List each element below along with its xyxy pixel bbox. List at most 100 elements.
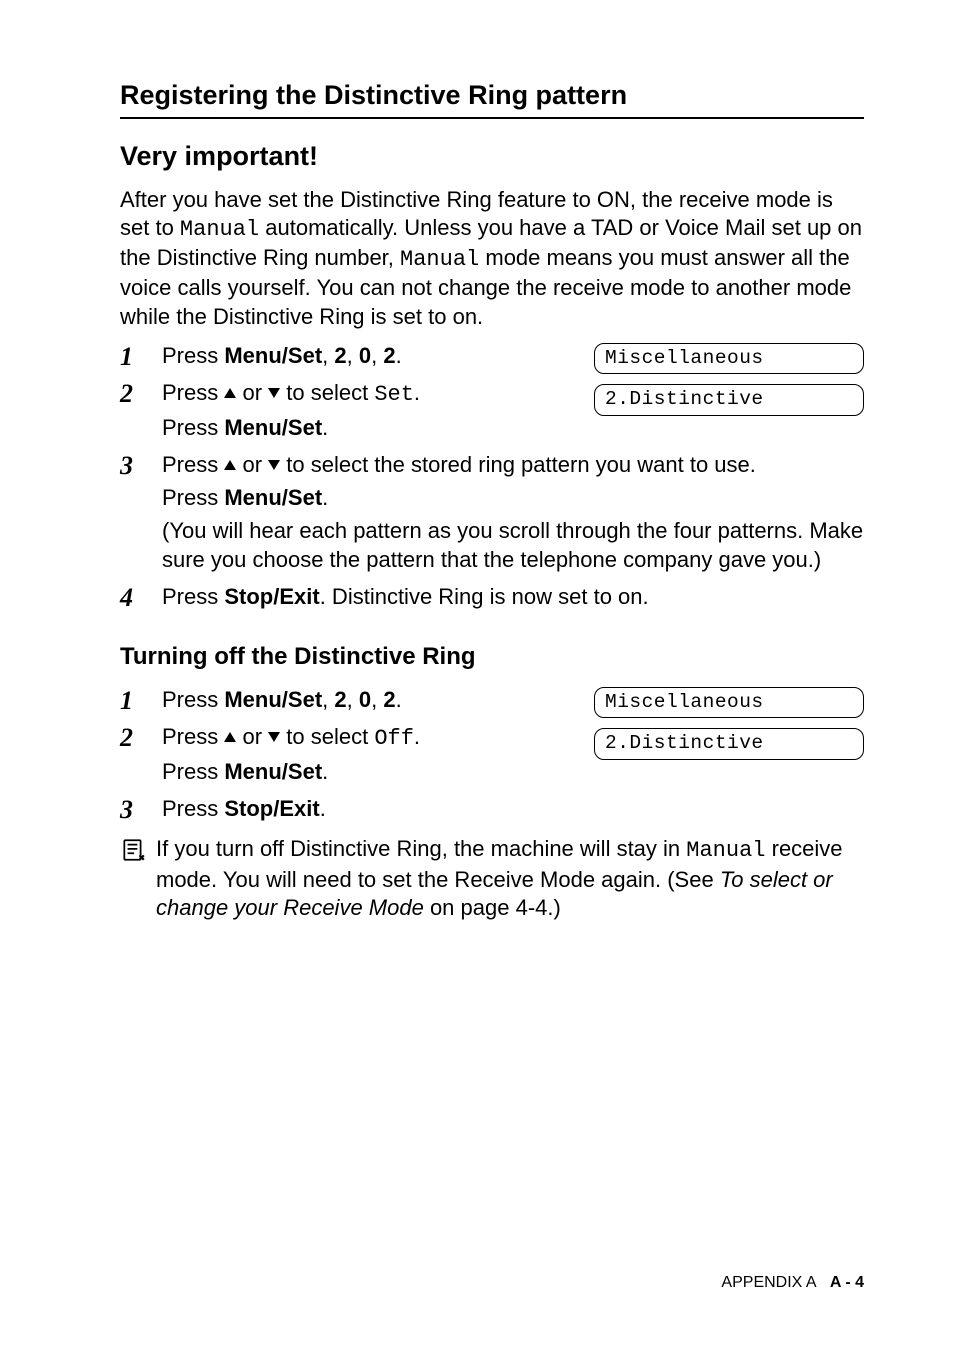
step-2: 2 Press or to select Set. Press Menu/Set… (120, 378, 574, 446)
key-label: 0 (359, 687, 371, 712)
key-label: 2 (334, 343, 346, 368)
mono-text: Off (374, 726, 414, 751)
mono-text: Manual (400, 247, 479, 272)
lcd-display-stack: Miscellaneous 2.Distinctive (594, 343, 864, 416)
text: (You will hear each pattern as you scrol… (162, 516, 864, 574)
step-number: 3 (120, 794, 162, 827)
key-label: 2 (334, 687, 346, 712)
mono-text: Set (374, 382, 414, 407)
text: . (322, 415, 328, 440)
footer-label: APPENDIX A (721, 1274, 816, 1291)
text: If you turn off Distinctive Ring, the ma… (156, 836, 686, 861)
note-text: If you turn off Distinctive Ring, the ma… (156, 835, 864, 923)
text: Press (162, 452, 224, 477)
key-label: Menu/Set (224, 343, 322, 368)
up-arrow-icon (224, 388, 236, 398)
text: or (236, 380, 268, 405)
key-label: Menu/Set (224, 415, 322, 440)
step-1: 1 Press Menu/Set, 2, 0, 2. (120, 341, 574, 374)
step-number: 1 (120, 341, 162, 374)
key-label: 2 (383, 343, 395, 368)
steps-left: 1 Press Menu/Set, 2, 0, 2. 2 Press or to… (120, 341, 574, 450)
text: . (414, 380, 420, 405)
step-3: 3 Press Stop/Exit. (120, 794, 864, 827)
step-body: Press Menu/Set, 2, 0, 2. (162, 341, 574, 374)
lcd-display: 2.Distinctive (594, 728, 864, 759)
text: or (236, 452, 268, 477)
down-arrow-icon (268, 732, 280, 742)
steps-left: 1 Press Menu/Set, 2, 0, 2. 2 Press or to… (120, 685, 574, 794)
text: to select the stored ring pattern you wa… (280, 452, 756, 477)
text: , (347, 343, 359, 368)
text: to select (280, 724, 374, 749)
steps-list-register: 1 Press Menu/Set, 2, 0, 2. 2 Press or to… (120, 341, 574, 446)
text: Press (162, 796, 224, 821)
lcd-display-stack: Miscellaneous 2.Distinctive (594, 687, 864, 760)
text: , (371, 343, 383, 368)
down-arrow-icon (268, 460, 280, 470)
step-number: 2 (120, 722, 162, 790)
step-body: Press or to select Off. Press Menu/Set. (162, 722, 574, 790)
step-3: 3 Press or to select the stored ring pat… (120, 450, 864, 578)
down-arrow-icon (268, 388, 280, 398)
step-body: Press Stop/Exit. Distinctive Ring is now… (162, 582, 864, 615)
intro-paragraph: After you have set the Distinctive Ring … (120, 186, 864, 331)
key-label: 0 (359, 343, 371, 368)
text: Press (162, 343, 224, 368)
text: Press (162, 485, 224, 510)
text: , (322, 687, 334, 712)
steps-list-register-cont: 3 Press or to select the stored ring pat… (120, 450, 864, 615)
note-block: If you turn off Distinctive Ring, the ma… (120, 835, 864, 923)
steps-list-turnoff-cont: 3 Press Stop/Exit. (120, 794, 864, 827)
text: , (322, 343, 334, 368)
text: Press (162, 759, 224, 784)
step-body: Press Menu/Set, 2, 0, 2. (162, 685, 574, 718)
subsection-heading: Very important! (120, 141, 864, 172)
lcd-display: 2.Distinctive (594, 384, 864, 415)
step-1: 1 Press Menu/Set, 2, 0, 2. (120, 685, 574, 718)
section-rule (120, 117, 864, 119)
up-arrow-icon (224, 460, 236, 470)
mono-text: Manual (180, 217, 259, 242)
step-body: Press or to select Set. Press Menu/Set. (162, 378, 574, 446)
step-body: Press Stop/Exit. (162, 794, 864, 827)
page-number: A - 4 (830, 1274, 864, 1291)
subheading-turnoff: Turning off the Distinctive Ring (120, 643, 864, 671)
steps-row-turnoff: 1 Press Menu/Set, 2, 0, 2. 2 Press or to… (120, 685, 864, 794)
text: . (322, 485, 328, 510)
step-4: 4 Press Stop/Exit. Distinctive Ring is n… (120, 582, 864, 615)
steps-row-register: 1 Press Menu/Set, 2, 0, 2. 2 Press or to… (120, 341, 864, 450)
text: to select (280, 380, 374, 405)
key-label: Menu/Set (224, 687, 322, 712)
text: Press (162, 415, 224, 440)
key-label: Menu/Set (224, 485, 322, 510)
section-heading: Registering the Distinctive Ring pattern (120, 80, 864, 111)
text: Press (162, 687, 224, 712)
step-2: 2 Press or to select Off. Press Menu/Set… (120, 722, 574, 790)
step-number: 3 (120, 450, 162, 578)
step-number: 4 (120, 582, 162, 615)
key-label: 2 (383, 687, 395, 712)
note-icon (120, 837, 148, 868)
text: Press (162, 380, 224, 405)
text: . (322, 759, 328, 784)
text: . (396, 687, 402, 712)
text: Press (162, 584, 224, 609)
text: or (236, 724, 268, 749)
key-label: Stop/Exit (224, 584, 319, 609)
steps-list-turnoff: 1 Press Menu/Set, 2, 0, 2. 2 Press or to… (120, 685, 574, 790)
up-arrow-icon (224, 732, 236, 742)
mono-text: Manual (686, 838, 765, 863)
text: on page 4-4.) (424, 895, 561, 920)
step-number: 2 (120, 378, 162, 446)
lcd-display: Miscellaneous (594, 343, 864, 374)
page-footer: APPENDIX A A - 4 (721, 1274, 864, 1292)
text: , (371, 687, 383, 712)
key-label: Stop/Exit (224, 796, 319, 821)
lcd-display: Miscellaneous (594, 687, 864, 718)
text: . (414, 724, 420, 749)
step-number: 1 (120, 685, 162, 718)
text: . (396, 343, 402, 368)
text: , (347, 687, 359, 712)
text: . Distinctive Ring is now set to on. (320, 584, 649, 609)
